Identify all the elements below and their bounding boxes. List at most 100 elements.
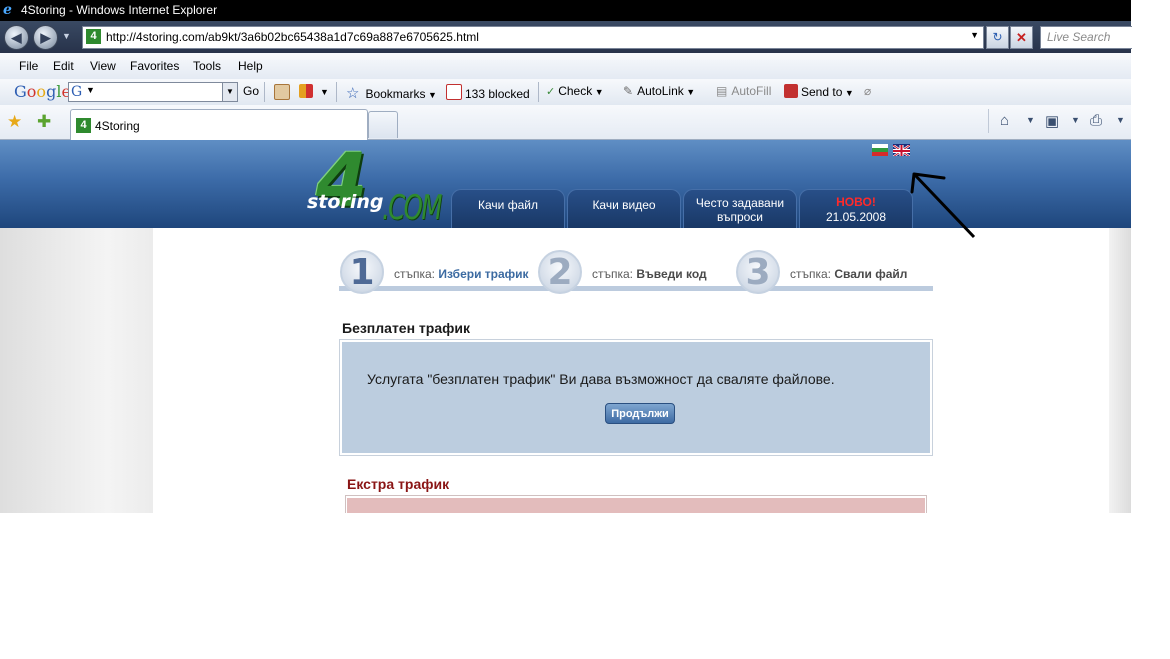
nav-new-badge: НОВО! — [836, 195, 876, 209]
blocked-icon — [446, 84, 462, 100]
window-title: 4Storing - Windows Internet Explorer — [21, 3, 218, 17]
page-left-margin — [0, 228, 153, 513]
send-to-icon — [784, 84, 798, 98]
continue-button[interactable]: Продължи — [605, 403, 675, 424]
bulgarian-flag-icon[interactable] — [872, 144, 888, 156]
free-traffic-title: Безплатен трафик — [342, 320, 470, 336]
extra-traffic-title: Екстра трафик — [347, 476, 450, 492]
step-2-circle: 2 — [538, 250, 582, 294]
home-icon[interactable]: ⌂ — [1000, 112, 1009, 129]
autofill-icon: ▤ — [716, 84, 728, 98]
google-logo: Google — [14, 82, 71, 101]
stop-button[interactable]: ✕ — [1010, 26, 1033, 49]
favorites-star-icon[interactable]: ★ — [7, 112, 22, 132]
menu-help[interactable]: Help — [238, 59, 263, 73]
wand-icon: ✎ — [623, 84, 634, 98]
site-favicon-icon: 4 — [76, 118, 91, 133]
new-tab-button[interactable] — [368, 111, 398, 138]
nav-upload-video-label: Качи видео — [592, 198, 656, 212]
step-3-label: Свали файл — [834, 267, 908, 281]
bookmark-star-icon: ☆ — [346, 85, 360, 102]
print-dropdown-icon[interactable]: ▼ — [1116, 115, 1125, 125]
google-toolbar: Google G ▼ ▼ Go ▼ ☆ Bookmarks ▼ 133 block… — [0, 79, 1131, 106]
logo-com: .COM — [382, 188, 442, 228]
nav-news[interactable]: НОВО! 21.05.2008 — [799, 189, 913, 228]
popup-icon[interactable] — [299, 84, 316, 99]
annotation-arrow-icon — [910, 172, 976, 239]
address-toolbar: ◀ ▶ ▼ 4 http://4storing.com/ab9kt/3a6b02… — [0, 21, 1132, 53]
nav-upload-file[interactable]: Качи файл — [451, 189, 565, 228]
tab-title: 4Storing — [95, 119, 140, 133]
news-icon[interactable] — [274, 84, 293, 101]
step-3-text: стъпка: Свали файл — [790, 267, 907, 281]
google-search-input[interactable]: G ▼ ▼ — [68, 82, 238, 102]
page-right-margin — [1109, 228, 1131, 513]
menu-view[interactable]: View — [90, 59, 116, 73]
step-3-prefix: стъпка: — [790, 267, 832, 281]
print-icon[interactable]: ⎙ — [1090, 112, 1102, 129]
menu-edit[interactable]: Edit — [53, 59, 74, 73]
send-to-button[interactable]: Send to ▼ — [784, 84, 854, 99]
home-dropdown-icon[interactable]: ▼ — [1026, 115, 1035, 125]
free-traffic-panel — [342, 342, 930, 453]
step-1-prefix: стъпка: — [394, 267, 436, 281]
internet-explorer-icon: e — [3, 2, 12, 18]
address-field[interactable]: 4 http://4storing.com/ab9kt/3a6b02bc6543… — [82, 26, 984, 49]
step-1-label: Избери трафик — [438, 267, 529, 281]
bookmarks-label: Bookmarks — [365, 87, 426, 101]
check-icon: ✓ — [546, 86, 556, 98]
step-3-circle: 3 — [736, 250, 780, 294]
step-2-text: стъпка: Въведи код — [592, 267, 707, 281]
history-dropdown-icon[interactable]: ▼ — [62, 31, 71, 41]
autofill-button[interactable]: ▤ AutoFill — [716, 84, 771, 98]
site-logo[interactable]: 4 storing .COM — [298, 140, 443, 228]
nav-faq[interactable]: Често задавани въпроси — [683, 189, 797, 228]
toolbar-separator — [988, 109, 989, 133]
english-flag-icon[interactable] — [893, 144, 910, 156]
step-1-circle: 1 — [340, 250, 384, 294]
free-traffic-description: Услугата "безплатен трафик" Ви дава възм… — [367, 371, 835, 387]
google-g-icon: G — [71, 84, 83, 100]
paperclip-icon[interactable]: ⌀ — [864, 84, 871, 98]
send-to-label: Send to — [801, 85, 843, 99]
google-g-dropdown-icon[interactable]: ▼ — [86, 85, 95, 95]
popup-blocker-button[interactable]: 133 blocked — [446, 84, 530, 101]
menu-tools[interactable]: Tools — [193, 59, 221, 73]
feeds-dropdown-icon[interactable]: ▼ — [1071, 115, 1080, 125]
check-label: Check — [558, 84, 593, 98]
popup-dropdown-icon[interactable]: ▼ — [320, 87, 329, 97]
toolbar-separator — [538, 82, 539, 102]
search-input[interactable]: Live Search — [1040, 26, 1132, 49]
autolink-label: AutoLink — [637, 84, 684, 98]
spell-check-button[interactable]: ✓ Check ▼ — [546, 84, 604, 98]
nav-faq-label-line1: Често задавани — [695, 196, 785, 210]
nav-new-date: 21.05.2008 — [825, 210, 887, 224]
tab-4storing[interactable]: 4 4Storing — [70, 109, 368, 140]
add-favorite-icon[interactable]: ✚ — [37, 112, 51, 132]
feeds-icon[interactable]: ▣ — [1045, 112, 1059, 130]
steps-progress-line — [339, 286, 933, 291]
tab-bar: ★ ✚ 4 4Storing ⌂ ▼ ▣ ▼ ⎙ ▼ — [0, 105, 1131, 140]
menu-favorites[interactable]: Favorites — [130, 59, 179, 73]
window-title-bar: e 4Storing - Windows Internet Explorer — [0, 0, 1131, 21]
menu-file[interactable]: File — [19, 59, 38, 73]
address-url[interactable]: http://4storing.com/ab9kt/3a6b02bc65438a… — [106, 30, 479, 44]
google-search-dropdown-icon[interactable]: ▼ — [222, 83, 237, 101]
nav-upload-file-label: Качи файл — [478, 198, 538, 212]
bookmarks-button[interactable]: ☆ Bookmarks ▼ — [346, 84, 437, 102]
step-2-prefix: стъпка: — [592, 267, 634, 281]
autofill-label: AutoFill — [731, 84, 772, 98]
forward-button[interactable]: ▶ — [33, 25, 58, 50]
google-go-button[interactable]: Go — [243, 84, 259, 98]
toolbar-separator — [336, 82, 337, 102]
step-1-text: стъпка: Избери трафик — [394, 267, 529, 281]
autolink-button[interactable]: ✎ AutoLink ▼ — [623, 84, 695, 98]
back-button[interactable]: ◀ — [4, 25, 29, 50]
address-dropdown-icon[interactable]: ▼ — [970, 30, 979, 40]
step-2-label: Въведи код — [636, 267, 707, 281]
search-placeholder: Live Search — [1047, 30, 1111, 44]
refresh-button[interactable]: ↻ — [986, 26, 1009, 49]
nav-upload-video[interactable]: Качи видео — [567, 189, 681, 228]
site-favicon-icon: 4 — [86, 29, 101, 44]
toolbar-separator — [264, 82, 265, 102]
